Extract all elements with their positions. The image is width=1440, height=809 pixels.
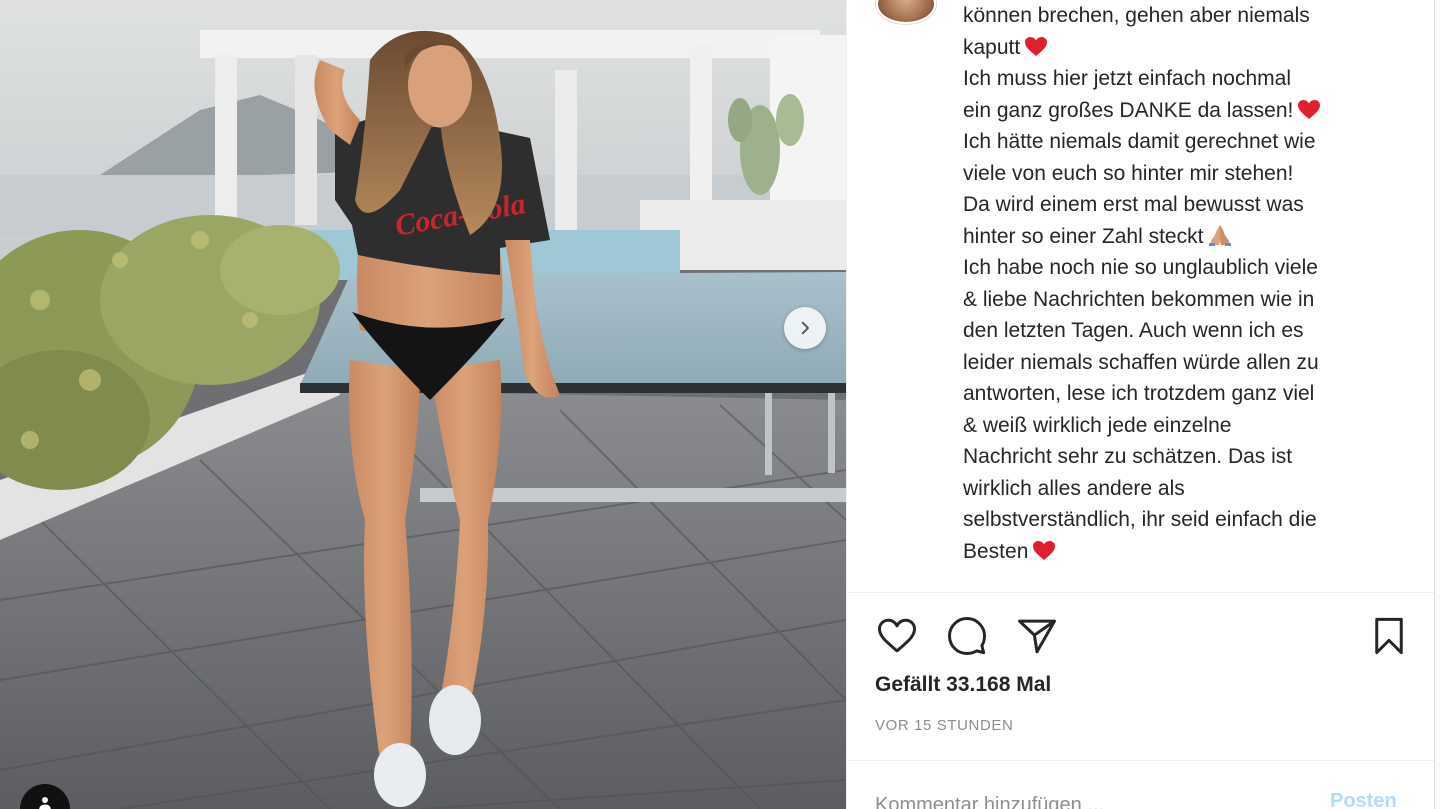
caption-line: leider niemals schaffen würde allen zu xyxy=(963,350,1319,374)
caption-line: den letzten Tagen. Auch wenn ich es xyxy=(963,319,1304,342)
paper-plane-icon xyxy=(1018,619,1056,654)
bookmark-icon xyxy=(1375,617,1403,655)
post-timestamp[interactable]: VOR 15 STUNDEN xyxy=(875,717,1013,734)
caption-line: Nachricht sehr zu schätzen. Das ist xyxy=(963,445,1293,468)
red-heart-icon xyxy=(1033,540,1056,560)
comment-input[interactable] xyxy=(875,790,1295,809)
caption-line: antworten, lese ich trotzdem ganz viel xyxy=(963,382,1315,405)
caption-line: hinter so einer Zahl steckt xyxy=(963,221,1403,253)
comment-bubble-icon xyxy=(948,617,986,655)
window-edge xyxy=(1434,0,1440,809)
red-heart-icon xyxy=(1298,99,1321,119)
caption-line: Besten xyxy=(963,536,1403,568)
chevron-right-icon xyxy=(801,321,809,335)
caption-line: Ich habe noch nie so unglaublich viele xyxy=(963,256,1318,279)
post-actions xyxy=(874,613,1414,659)
caption-line: selbstverständlich, ihr seid einfach die xyxy=(963,508,1317,531)
share-button[interactable] xyxy=(1014,613,1060,659)
person-tag-icon xyxy=(39,797,51,809)
caption-line: viele von euch so hinter mir stehen! xyxy=(963,161,1294,185)
post-photo[interactable]: Coca-Cola xyxy=(0,0,846,809)
caption-line: & liebe Nachrichten bekommen wie in xyxy=(963,287,1315,311)
caption-line: Da wird einem erst mal bewusst was xyxy=(963,193,1304,216)
like-count[interactable]: Gefällt 33.168 Mal xyxy=(875,673,1051,697)
divider xyxy=(847,760,1434,761)
save-button[interactable] xyxy=(1366,613,1412,659)
post-caption: können brechen, gehen aber niemals kaput… xyxy=(963,0,1403,567)
divider xyxy=(847,592,1434,593)
red-heart-icon xyxy=(1025,36,1048,56)
caption-line: können brechen, gehen aber niemals xyxy=(963,4,1310,27)
caption-line: Ich hätte niemals damit gerechnet wie xyxy=(963,130,1316,153)
caption-line: & weiß wirklich jede einzelne xyxy=(963,413,1232,437)
like-button[interactable] xyxy=(874,613,920,659)
caption-line: kaputt xyxy=(963,32,1403,64)
heart-outline-icon xyxy=(878,618,916,653)
caption-line: wirklich alles andere als xyxy=(963,476,1185,500)
next-photo-button[interactable] xyxy=(784,307,826,349)
caption-line: ein ganz großes DANKE da lassen! xyxy=(963,95,1403,127)
caption-line: Ich muss hier jetzt einfach nochmal xyxy=(963,67,1291,90)
folded-hands-icon xyxy=(1209,224,1232,246)
post-image: Coca-Cola xyxy=(0,0,846,809)
comment-button[interactable] xyxy=(944,613,990,659)
post-comment-button[interactable]: Posten xyxy=(1330,790,1397,809)
